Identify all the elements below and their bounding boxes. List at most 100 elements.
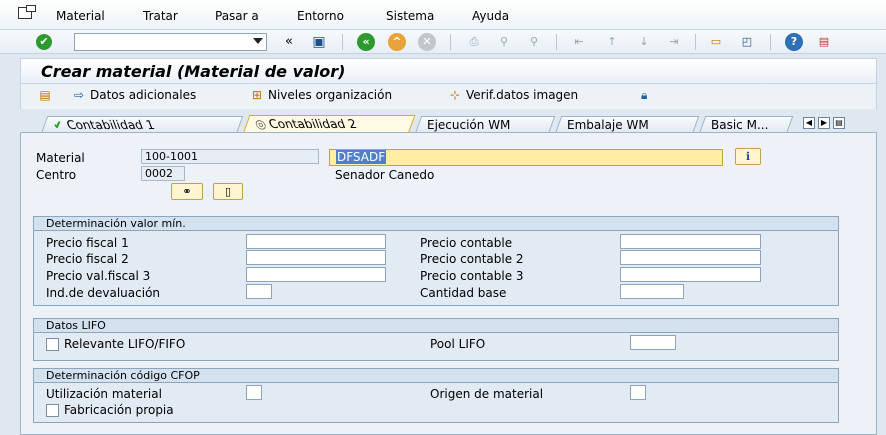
additional-data-label: Datos adicionales	[90, 88, 197, 102]
menu-ayuda[interactable]: Ayuda	[472, 9, 509, 23]
plant-label: Centro	[36, 168, 77, 182]
application-toolbar: ▤ ⇨ Datos adicionales ⊞ Niveles organizaci…	[20, 84, 877, 109]
tab-scroll-left-icon[interactable]: ◀	[803, 117, 815, 129]
in-house-production-label: Fabricación propia	[64, 403, 174, 417]
lifo-relevant-label: Relevante LIFO/FIFO	[64, 337, 186, 351]
tab-label: Embalaje WM	[567, 118, 649, 132]
help-icon[interactable]: ?	[785, 33, 803, 51]
org-levels-label: Niveles organización	[268, 88, 393, 102]
page-title: Crear material (Material de valor)	[41, 62, 346, 81]
commercial-price-2-label: Precio contable 2	[420, 252, 524, 266]
plant-field: 0002	[141, 166, 185, 181]
group-header: Determinación valor mín.	[34, 217, 838, 231]
new-document-icon[interactable]: ▯	[213, 183, 243, 200]
menu-options-icon[interactable]	[18, 5, 36, 19]
toolbar-separator	[770, 34, 771, 50]
menu-pasar-a[interactable]: Pasar a	[215, 9, 259, 23]
devaluation-label: Ind.de devaluación	[46, 286, 161, 300]
menu-material[interactable]: Material	[56, 9, 105, 23]
shortcut-icon[interactable]: ◰	[738, 33, 756, 51]
menu-bar: Material Tratar Pasar a Entorno Sistema …	[0, 0, 886, 30]
tab-content: Material 100-1001 DFSADF ℹ Centro 0002 S…	[20, 132, 877, 435]
org-levels-button[interactable]: ⊞ Niveles organización	[249, 88, 392, 102]
check-screen-label: Verif.datos imagen	[466, 88, 579, 102]
new-session-icon[interactable]: ▭	[707, 33, 725, 51]
tab-scroll-right-icon[interactable]: ▶	[818, 117, 830, 129]
settings-icon: ◎	[252, 117, 269, 131]
find-next-icon[interactable]: ⚲	[525, 33, 543, 51]
next-page-icon[interactable]: ↓	[635, 33, 653, 51]
group-header: Determinación código CFOP	[34, 369, 838, 383]
description-selected-text: DFSADF	[336, 150, 387, 164]
commercial-price-3-input[interactable]	[620, 267, 761, 282]
hierarchy-icon: ⊞	[251, 88, 263, 102]
tax-price-1-input[interactable]	[246, 234, 386, 249]
tab-label: Contabilidad 1	[64, 118, 157, 132]
additional-data-button[interactable]: ⇨ Datos adicionales	[71, 88, 196, 102]
last-page-icon[interactable]: ⇥	[665, 33, 683, 51]
material-origin-input[interactable]	[630, 385, 646, 400]
commercial-price-2-input[interactable]	[620, 250, 761, 265]
back-icon[interactable]: «	[357, 33, 375, 51]
tax-price-3-input[interactable]	[246, 267, 386, 282]
material-field: 100-1001	[141, 149, 319, 164]
check-screen-button[interactable]: ⊹ Verif.datos imagen	[447, 88, 578, 102]
lifo-pool-input[interactable]	[630, 335, 676, 350]
toolbar-separator	[695, 34, 696, 50]
save-icon[interactable]: ▣	[310, 33, 328, 51]
check-icon[interactable]: ✔	[36, 34, 52, 50]
material-description-field[interactable]: DFSADF	[329, 149, 723, 166]
arrow-right-icon: ⇨	[73, 88, 85, 102]
tab-strip: ✔Contabilidad 1 ◎Contabilidad 2 Ejecució…	[20, 114, 877, 134]
plant-name: Senador Canedo	[335, 168, 435, 182]
document-icon[interactable]: ▤	[37, 88, 56, 102]
group-header: Datos LIFO	[34, 319, 838, 333]
find-icon[interactable]: ⚲	[495, 33, 513, 51]
first-page-icon[interactable]: ⇤	[570, 33, 588, 51]
lifo-relevant-checkbox[interactable]	[46, 338, 59, 351]
info-icon[interactable]: ℹ	[735, 148, 761, 165]
standard-toolbar: ✔ « ▣ « ^ ✕ ⎙ ⚲ ⚲ ⇤ ↑ ↓ ⇥ ▭ ◰ ? ▤	[0, 30, 886, 54]
cfop-group: Determinación código CFOP Utilización ma…	[33, 368, 839, 423]
check-screen-icon: ⊹	[449, 88, 461, 102]
command-field[interactable]	[74, 33, 267, 51]
tax-price-3-label: Precio val.fiscal 3	[46, 269, 151, 283]
commercial-price-1-label: Precio contable	[420, 236, 513, 250]
tax-price-2-input[interactable]	[246, 250, 386, 265]
tab-label: Basic M...	[711, 118, 769, 132]
in-house-production-checkbox[interactable]	[46, 404, 59, 417]
print-icon[interactable]: ⎙	[465, 33, 483, 51]
menu-tratar[interactable]: Tratar	[143, 9, 178, 23]
tax-price-1-label: Precio fiscal 1	[46, 236, 129, 250]
toolbar-separator	[556, 34, 557, 50]
prev-page-icon[interactable]: ↑	[603, 33, 621, 51]
base-quantity-input[interactable]	[620, 284, 684, 299]
menu-entorno[interactable]: Entorno	[297, 9, 344, 23]
base-quantity-label: Cantidad base	[420, 286, 507, 300]
lock-icon[interactable]: 🔒︎	[641, 88, 647, 103]
title-bar: Crear material (Material de valor)	[20, 58, 877, 84]
lifo-group: Datos LIFO Relevante LIFO/FIFO Pool LIFO	[33, 318, 839, 361]
back-double-icon[interactable]: «	[280, 33, 298, 51]
material-origin-label: Origen de material	[430, 387, 544, 401]
toolbar-separator	[450, 34, 451, 50]
tab-label: Contabilidad 2	[267, 117, 360, 131]
commercial-price-3-label: Precio contable 3	[420, 269, 524, 283]
commercial-price-1-input[interactable]	[620, 234, 761, 249]
material-usage-label: Utilización material	[46, 387, 162, 401]
toolbar-separator	[342, 34, 343, 50]
tab-label: Ejecución WM	[427, 118, 511, 132]
dropdown-icon[interactable]	[253, 38, 263, 44]
check-icon: ✔	[50, 118, 66, 132]
menu-sistema[interactable]: Sistema	[386, 9, 434, 23]
cancel-icon[interactable]: ✕	[418, 33, 436, 51]
tab-list-icon[interactable]: ▤	[833, 117, 845, 129]
layout-icon[interactable]: ▤	[815, 33, 833, 51]
material-label: Material	[36, 151, 85, 165]
org-levels-small-button[interactable]: ⚭	[171, 183, 203, 200]
devaluation-input[interactable]	[246, 284, 272, 299]
material-usage-input[interactable]	[246, 385, 262, 400]
exit-icon[interactable]: ^	[388, 33, 406, 51]
valuation-group: Determinación valor mín. Precio fiscal 1…	[33, 216, 839, 306]
lifo-pool-label: Pool LIFO	[430, 337, 486, 351]
